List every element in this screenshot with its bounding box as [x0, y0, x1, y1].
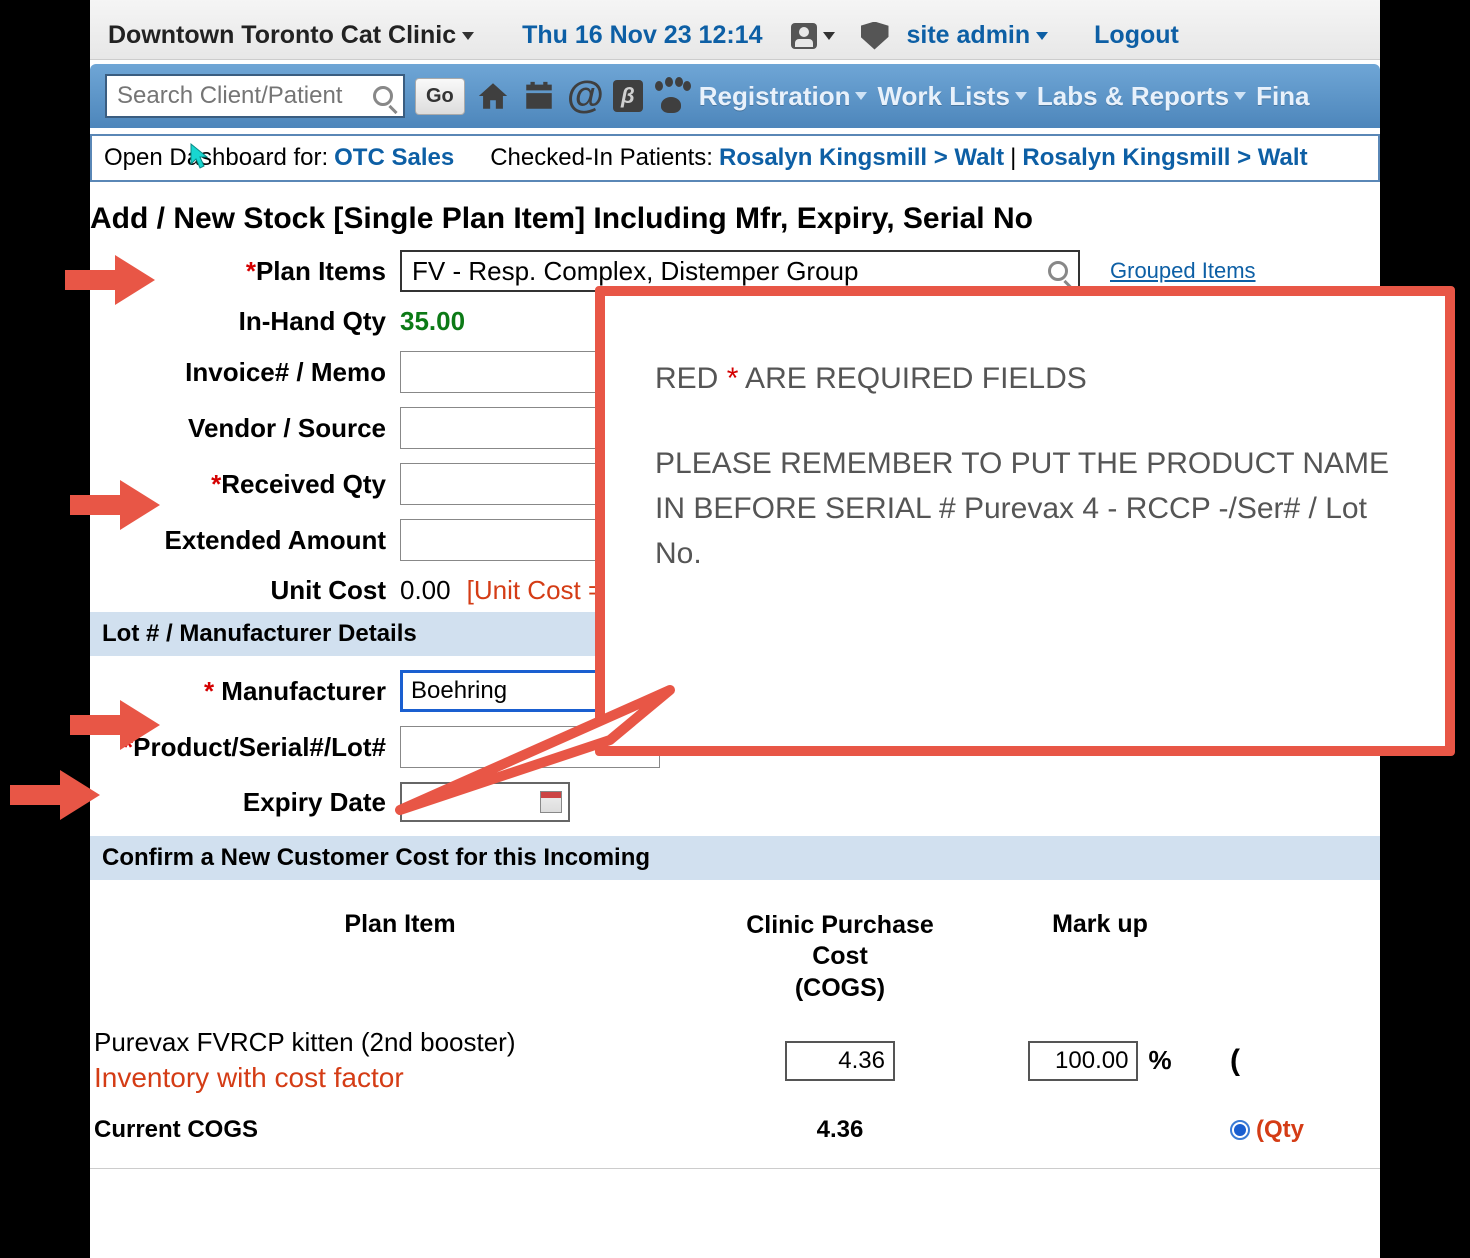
home-icon[interactable] — [475, 78, 511, 114]
dashboard-row: Open Dashboard for: OTC Sales Checked-In… — [90, 134, 1380, 182]
label-received: Received Qty — [221, 469, 386, 499]
label-plan-items: Plan Items — [256, 256, 386, 286]
page-title: Add / New Stock [Single Plan Item] Inclu… — [90, 202, 1380, 236]
clinic-name: Downtown Toronto Cat Clinic — [108, 21, 456, 50]
site-admin-label: site admin — [907, 21, 1031, 50]
radio-on-icon — [1230, 1120, 1250, 1140]
navbar: Go @ β Registration Work Lists Labs & Re… — [90, 64, 1380, 128]
logout-link[interactable]: Logout — [1094, 21, 1179, 50]
qty-label: (Qty — [1256, 1116, 1304, 1144]
site-admin-link[interactable]: site admin — [907, 21, 1049, 50]
shield-icon — [861, 22, 889, 50]
cost-header: Plan Item Clinic PurchaseCost(COGS) Mark… — [90, 894, 1380, 1020]
patient-link-2[interactable]: Rosalyn Kingsmill > Walt — [1022, 144, 1307, 172]
separator: | — [1010, 144, 1016, 172]
current-cogs-value: 4.36 — [710, 1116, 970, 1144]
caret-down-icon — [462, 32, 474, 40]
nav-label: Fina — [1256, 81, 1309, 112]
label-extended: Extended Amount — [90, 525, 400, 556]
search-icon — [1048, 261, 1068, 281]
separator-line — [90, 1168, 1380, 1169]
nav-label: Registration — [699, 81, 851, 112]
label-in-hand: In-Hand Qty — [90, 306, 400, 337]
nav-registration[interactable]: Registration — [699, 81, 868, 112]
callout-text: ARE REQUIRED FIELDS — [738, 362, 1086, 395]
grouped-items-link[interactable]: Grouped Items — [1110, 258, 1256, 284]
checked-in-label: Checked-In Patients: — [490, 144, 713, 172]
caret-down-icon — [1036, 32, 1048, 40]
unit-cost-value: 0.00 — [400, 575, 451, 606]
nav-work-lists[interactable]: Work Lists — [877, 81, 1026, 112]
open-dashboard-label: Open Dashboard for: — [104, 144, 328, 172]
col-plan-item: Plan Item — [90, 910, 710, 1004]
label-serial: Product/Serial#/Lot# — [133, 732, 386, 762]
nav-label: Labs & Reports — [1037, 81, 1229, 112]
section-confirm-cost: Confirm a New Customer Cost for this Inc… — [90, 836, 1380, 880]
user-menu[interactable] — [791, 23, 835, 49]
label-invoice: Invoice# / Memo — [90, 357, 400, 388]
qty-cost-toggle[interactable]: (Qty — [1230, 1116, 1380, 1144]
annotation-callout: RED * ARE REQUIRED FIELDS PLEASE REMEMBE… — [595, 286, 1455, 756]
caret-down-icon — [1234, 92, 1246, 100]
caret-down-icon — [823, 32, 835, 40]
search-icon — [373, 86, 393, 106]
search-input[interactable] — [117, 82, 373, 110]
current-cogs-label: Current COGS — [90, 1116, 710, 1144]
callout-text: RED — [655, 362, 727, 395]
user-icon — [791, 23, 817, 49]
label-unit-cost: Unit Cost — [90, 575, 400, 606]
nav-labs-reports[interactable]: Labs & Reports — [1037, 81, 1246, 112]
callout-asterisk: * — [727, 362, 739, 395]
callout-text: PLEASE REMEMBER TO PUT THE PRODUCT NAME … — [655, 441, 1395, 576]
row-expiry: Expiry Date — [90, 782, 1380, 822]
expiry-input[interactable] — [400, 782, 570, 822]
inventory-note: Inventory with cost factor — [94, 1060, 710, 1096]
calendar-icon[interactable] — [521, 78, 557, 114]
plan-items-value: FV - Resp. Complex, Distemper Group — [412, 256, 858, 287]
annotation-arrow — [10, 770, 100, 820]
current-cogs-row: Current COGS 4.36 (Qty — [90, 1102, 1380, 1158]
go-button[interactable]: Go — [415, 78, 465, 115]
cost-row: Purevax FVRCP kitten (2nd booster) Inven… — [90, 1020, 1380, 1102]
paw-icon[interactable] — [653, 78, 689, 114]
patient-link-1[interactable]: Rosalyn Kingsmill > Walt — [719, 144, 1004, 172]
caret-down-icon — [1015, 92, 1027, 100]
percent-label: % — [1148, 1045, 1171, 1076]
label-vendor: Vendor / Source — [90, 413, 400, 444]
otc-sales-link[interactable]: OTC Sales — [334, 144, 454, 172]
cogs-input[interactable] — [785, 1041, 895, 1081]
paren-open: ( — [1230, 1044, 1380, 1078]
nav-fina[interactable]: Fina — [1256, 81, 1309, 112]
product-name: Purevax FVRCP kitten (2nd booster) — [94, 1026, 710, 1060]
clinic-name-dropdown[interactable]: Downtown Toronto Cat Clinic — [108, 21, 474, 50]
datetime: Thu 16 Nov 23 12:14 — [522, 21, 762, 50]
in-hand-value: 35.00 — [400, 306, 465, 337]
at-icon[interactable]: @ — [567, 78, 603, 114]
caret-down-icon — [855, 92, 867, 100]
search-box[interactable] — [105, 74, 405, 118]
beta-icon[interactable]: β — [613, 80, 643, 112]
label-expiry: Expiry Date — [90, 787, 400, 818]
cursor-icon — [187, 142, 211, 170]
label-manufacturer: Manufacturer — [221, 676, 386, 706]
calendar-icon — [540, 791, 562, 813]
markup-input[interactable] — [1028, 1041, 1138, 1081]
topbar: Downtown Toronto Cat Clinic Thu 16 Nov 2… — [90, 0, 1380, 60]
col-cogs: Clinic PurchaseCost(COGS) — [710, 910, 970, 1004]
col-markup: Mark up — [970, 910, 1230, 1004]
nav-label: Work Lists — [877, 81, 1009, 112]
